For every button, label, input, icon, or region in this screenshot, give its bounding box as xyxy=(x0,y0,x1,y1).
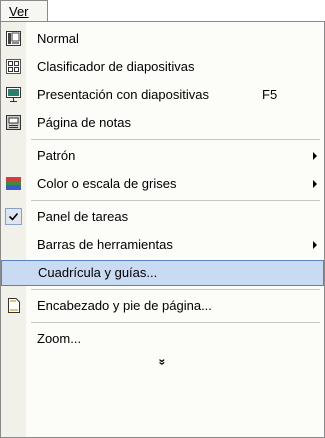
menu-item-normal[interactable]: Normal xyxy=(1,26,324,52)
shortcut-label: F5 xyxy=(262,87,278,102)
menu-item-slide-show[interactable]: Presentación con diapositivas F5 xyxy=(1,82,324,108)
menu-tab-label: Ver xyxy=(9,4,29,19)
submenu-arrow-icon xyxy=(313,241,317,249)
menu-item-notes-page[interactable]: Página de notas xyxy=(1,110,324,136)
menu-item-label: Barras de herramientas xyxy=(37,237,173,252)
menu-item-label: Normal xyxy=(37,31,79,46)
menu-separator xyxy=(31,139,320,140)
menu-item-grid-guides[interactable]: Cuadrícula y guías... xyxy=(1,260,324,286)
menu-item-label: Color o escala de grises xyxy=(37,176,177,191)
menu-item-label: Patrón xyxy=(37,148,76,163)
menu-item-label: Encabezado y pie de página... xyxy=(37,298,212,313)
menu-tab-ver[interactable]: Ver xyxy=(0,0,48,22)
menu-item-header-footer[interactable]: Encabezado y pie de página... xyxy=(1,293,324,319)
menu-separator xyxy=(31,200,320,201)
slide-show-icon xyxy=(5,86,22,103)
normal-view-icon xyxy=(5,30,22,47)
menu-item-label: Cuadrícula y guías... xyxy=(38,265,158,280)
header-footer-icon xyxy=(5,297,22,314)
menu-item-label: Panel de tareas xyxy=(37,209,129,224)
menu-item-zoom[interactable]: Zoom... xyxy=(1,326,324,352)
menu-separator xyxy=(31,322,320,323)
menu-item-label: Zoom... xyxy=(37,331,82,346)
slide-sorter-icon xyxy=(5,58,22,75)
menu-item-master[interactable]: Patrón xyxy=(1,143,324,169)
submenu-arrow-icon xyxy=(313,152,317,160)
menu-item-task-pane[interactable]: Panel de tareas xyxy=(1,204,324,230)
view-menu-dropdown: Normal Clasificador de diapositivas Pres… xyxy=(0,21,325,438)
menu-item-color-grayscale[interactable]: Color o escala de grises xyxy=(1,171,324,197)
submenu-arrow-icon xyxy=(313,180,317,188)
color-grayscale-icon xyxy=(5,175,22,192)
menu-item-label: Clasificador de diapositivas xyxy=(37,59,195,74)
checkmark-icon xyxy=(5,208,22,225)
expand-menu-chevron-icon[interactable]: » xyxy=(1,355,324,369)
notes-page-icon xyxy=(5,114,22,131)
menu-item-toolbars[interactable]: Barras de herramientas xyxy=(1,232,324,258)
menu-separator xyxy=(31,289,320,290)
menu-item-label: Presentación con diapositivas xyxy=(37,87,209,102)
menu-item-slide-sorter[interactable]: Clasificador de diapositivas xyxy=(1,54,324,80)
menu-item-label: Página de notas xyxy=(37,115,131,130)
